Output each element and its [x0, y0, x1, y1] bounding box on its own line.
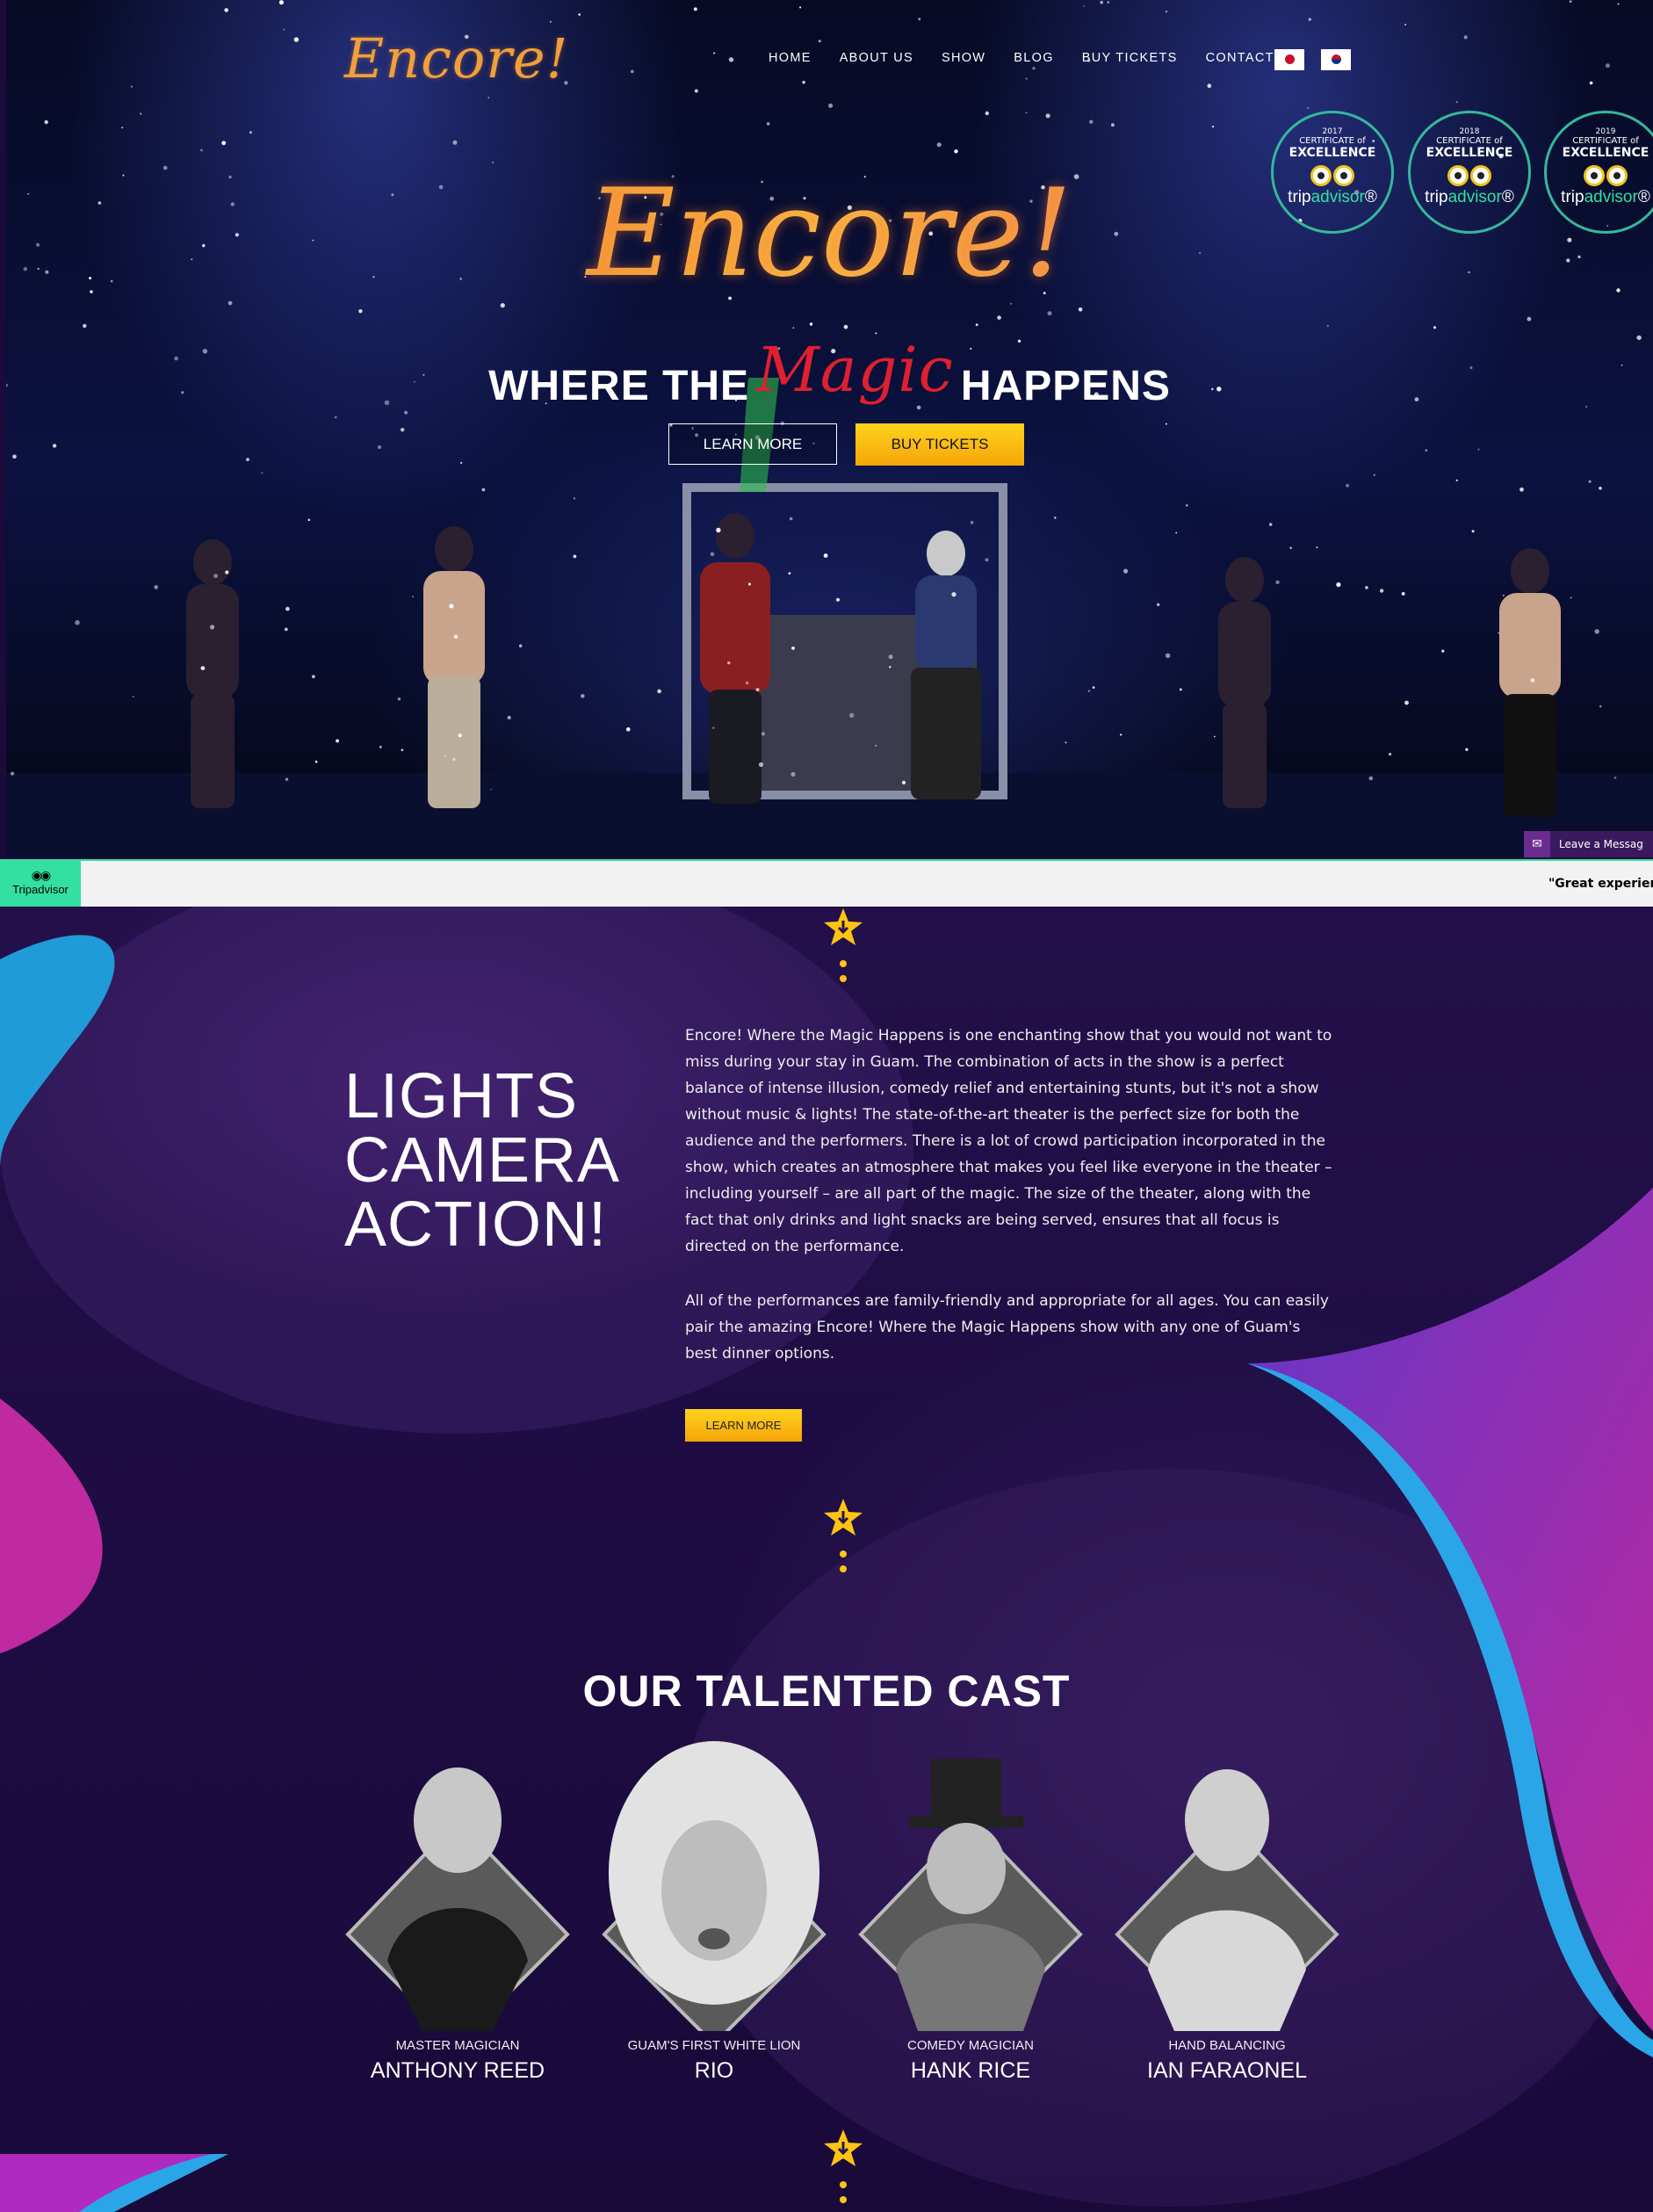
badge-year: 2018: [1459, 127, 1480, 136]
badge-certificate-label: CERTIFICATE of: [1436, 136, 1503, 146]
cast-member-card[interactable]: HAND BALANCING IAN FARAONEL: [1104, 1741, 1350, 2084]
nav-home[interactable]: HOME: [769, 51, 812, 65]
badge-certificate-label: CERTIFICATE of: [1572, 136, 1639, 146]
section-heading: LIGHTS CAMERA ACTION!: [344, 1065, 620, 1257]
nav-blog[interactable]: BLOG: [1014, 51, 1054, 65]
heading-line: LIGHTS: [344, 1061, 579, 1132]
tripadvisor-logo[interactable]: ◉◉ Tripadvisor: [0, 861, 81, 908]
badge-year: 2017: [1322, 127, 1343, 136]
about-paragraph: All of the performances are family-frien…: [685, 1292, 1329, 1363]
cast-member-card[interactable]: GUAM'S FIRST WHITE LION RIO: [591, 1741, 837, 2084]
cast-role: GUAM'S FIRST WHITE LION: [627, 2038, 801, 2053]
star-arrow-icon: [824, 908, 863, 945]
badge-certificate-label: CERTIFICATE of: [1299, 136, 1366, 146]
tagline-magic: Magic: [756, 334, 954, 406]
scroll-star-divider[interactable]: [820, 907, 866, 982]
badge-excellence-label: EXCELLENCE: [1562, 146, 1649, 160]
badge-excellence-label: EXCELLENCE: [1426, 146, 1513, 160]
tripadvisor-owl-icon: ◉◉: [31, 868, 51, 882]
about-paragraph: Encore! Where the Magic Happens is one e…: [685, 1027, 1332, 1255]
cast-name: ANTHONY REED: [370, 2058, 545, 2083]
hero-tagline: WHERE THE Magic HAPPENS: [6, 334, 1653, 415]
tripadvisor-review-bar: ◉◉ Tripadvisor "Great experienc: [0, 859, 1653, 908]
cast-portrait-anthony-reed: [345, 1767, 570, 2047]
nav-show[interactable]: SHOW: [942, 51, 985, 65]
cast-portrait-hank-rice: [858, 1759, 1083, 2047]
content-section: LIGHTS CAMERA ACTION! Encore! Where the …: [0, 907, 1653, 2212]
star-arrow-icon: [824, 1499, 863, 1536]
tagline-right: HAPPENS: [960, 363, 1171, 409]
heading-line: CAMERA: [344, 1125, 621, 1196]
site-logo[interactable]: Encore!: [344, 26, 568, 90]
cast-name: RIO: [694, 2058, 734, 2083]
star-arrow-icon: [824, 2129, 863, 2166]
about-learn-more-button[interactable]: LEARN MORE: [685, 1409, 802, 1442]
hero-title: Encore!: [6, 163, 1653, 304]
hero-section: Encore! HOME ABOUT US SHOW BLOG BUY TICK…: [6, 0, 1653, 857]
cast-portrait-ian-faraonel: [1115, 1769, 1339, 2047]
tripadvisor-logo-label: Tripadvisor: [12, 883, 69, 896]
cast-portrait-rio-lion: [602, 1741, 826, 2047]
cast-name: IAN FARAONEL: [1147, 2058, 1307, 2083]
heading-line: ACTION!: [344, 1189, 608, 1261]
about-text: Encore! Where the Magic Happens is one e…: [685, 1023, 1335, 1395]
cast-member-card[interactable]: MASTER MAGICIAN ANTHONY REED: [335, 1741, 581, 2084]
nav-buy-tickets[interactable]: BUY TICKETS: [1082, 51, 1178, 65]
cast-role: COMEDY MAGICIAN: [907, 2038, 1034, 2053]
review-quote: "Great experienc: [1548, 877, 1653, 891]
envelope-icon: ✉: [1524, 831, 1550, 857]
cast-member-card[interactable]: COMEDY MAGICIAN HANK RICE: [848, 1741, 1094, 2084]
leave-message-label: Leave a Messag: [1559, 838, 1643, 850]
cast-name: HANK RICE: [910, 2058, 1031, 2083]
hero-learn-more-button[interactable]: LEARN MORE: [668, 423, 837, 465]
cast-role: MASTER MAGICIAN: [395, 2038, 520, 2053]
tagline-left: WHERE THE: [488, 363, 750, 409]
cast-role: HAND BALANCING: [1168, 2038, 1286, 2053]
scroll-star-divider[interactable]: [820, 1497, 866, 1572]
scroll-star-divider[interactable]: [820, 2128, 866, 2203]
badge-year: 2019: [1595, 127, 1616, 136]
main-navigation: HOME ABOUT US SHOW BLOG BUY TICKETS CONT…: [769, 51, 1327, 65]
hero-buy-tickets-button[interactable]: BUY TICKETS: [855, 423, 1024, 466]
korea-flag-icon[interactable]: [1321, 49, 1351, 70]
cast-section-title: OUR TALENTED CAST: [582, 1666, 1071, 1716]
japan-flag-icon[interactable]: [1274, 49, 1304, 70]
badge-excellence-label: EXCELLENCE: [1288, 146, 1376, 160]
leave-message-widget[interactable]: ✉ Leave a Messag: [1524, 831, 1653, 857]
nav-about-us[interactable]: ABOUT US: [840, 51, 913, 65]
